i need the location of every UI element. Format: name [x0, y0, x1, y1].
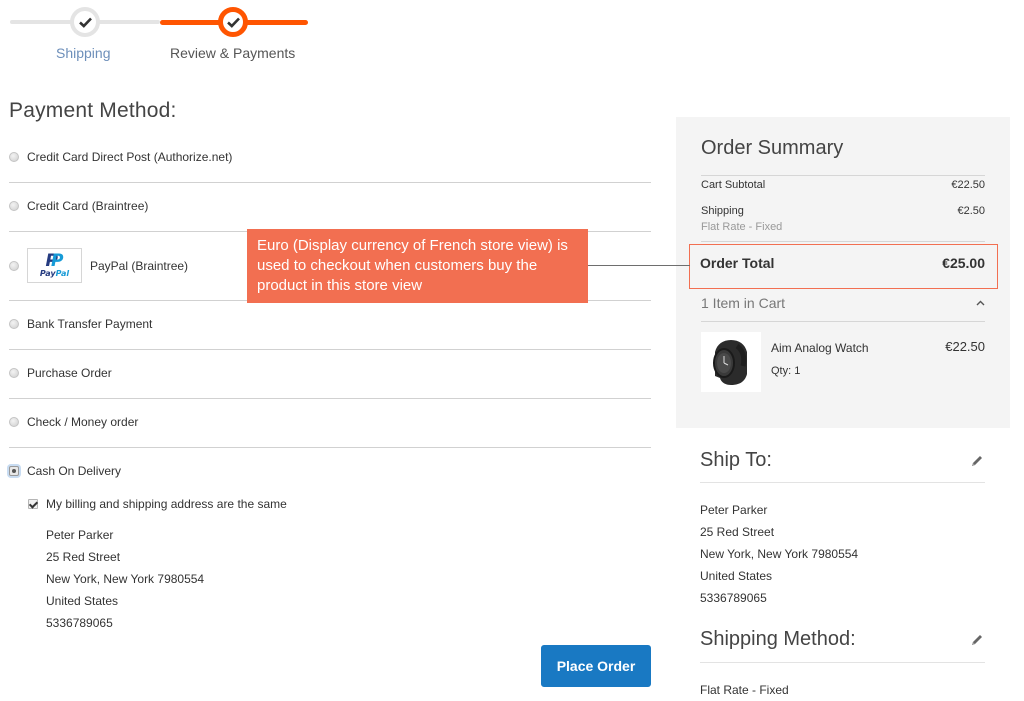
currency-annotation-callout: Euro (Display currency of French store v… [247, 229, 588, 303]
edit-pencil-icon[interactable] [970, 454, 984, 468]
divider [9, 182, 651, 183]
paypal-wordmark: PayPal [39, 269, 70, 278]
radio-button[interactable] [9, 152, 19, 162]
shipping-label: Shipping [701, 205, 744, 217]
chevron-up-icon[interactable] [976, 300, 985, 306]
payment-option-braintree-card[interactable]: Credit Card (Braintree) [9, 199, 651, 213]
address-street: 25 Red Street [46, 550, 121, 564]
checkmark-icon [226, 17, 240, 28]
billing-same-as-shipping-checkbox[interactable]: My billing and shipping address are the … [28, 497, 287, 511]
divider [700, 662, 985, 663]
cart-subtotal-value: €22.50 [951, 179, 985, 191]
callout-connector-line [588, 265, 690, 266]
cart-item-qty: Qty: 1 [771, 365, 801, 377]
payment-option-label: Check / Money order [27, 415, 139, 429]
payment-option-label: Purchase Order [27, 366, 112, 380]
payment-option-purchase-order[interactable]: Purchase Order [9, 366, 651, 380]
order-summary-title: Order Summary [701, 137, 844, 159]
shipping-method-note: Flat Rate - Fixed [701, 221, 783, 233]
divider [700, 482, 985, 483]
shipping-method-title: Shipping Method: [700, 628, 856, 650]
address-name: Peter Parker [46, 528, 114, 542]
shipping-value: €2.50 [957, 205, 985, 217]
address-street: 25 Red Street [700, 525, 775, 539]
payment-option-bank-transfer[interactable]: Bank Transfer Payment [9, 317, 651, 331]
paypal-logo: PP PayPal [27, 248, 82, 283]
checkout-progress-bar: Shipping Review & Payments [10, 0, 310, 70]
divider [701, 241, 985, 242]
radio-button[interactable] [9, 368, 19, 378]
order-total-value: €25.00 [942, 255, 985, 271]
cart-item-name: Aim Analog Watch [771, 341, 869, 355]
address-country: United States [46, 594, 119, 608]
address-city: New York, New York 7980554 [700, 547, 859, 561]
cart-subtotal-row: Cart Subtotal €22.50 [701, 179, 985, 191]
radio-button[interactable] [9, 417, 19, 427]
checkbox-checked[interactable] [28, 499, 38, 509]
ship-to-title: Ship To: [700, 449, 772, 471]
payment-option-authorizenet[interactable]: Credit Card Direct Post (Authorize.net) [9, 150, 651, 164]
payment-option-check-money-order[interactable]: Check / Money order [9, 415, 651, 429]
payment-method-title: Payment Method: [9, 99, 177, 122]
radio-button-selected[interactable] [9, 466, 19, 476]
payment-option-label: PayPal (Braintree) [90, 258, 189, 273]
address-name: Peter Parker [700, 503, 768, 517]
watch-product-icon [713, 340, 747, 385]
divider [701, 321, 985, 322]
divider [9, 447, 651, 448]
payment-option-label: Credit Card Direct Post (Authorize.net) [27, 150, 233, 164]
step-review-label: Review & Payments [170, 45, 296, 61]
items-in-cart-label: 1 Item in Cart [701, 295, 786, 311]
step-shipping-marker[interactable] [70, 7, 100, 37]
step-shipping-link[interactable]: Shipping [56, 45, 111, 61]
shipping-row: Shipping €2.50 [701, 205, 985, 217]
shipping-method-value: Flat Rate - Fixed [700, 683, 789, 697]
radio-button[interactable] [9, 260, 19, 271]
order-total-row: Order Total €25.00 [700, 255, 985, 271]
payment-option-label: Cash On Delivery [27, 464, 122, 478]
items-in-cart-toggle[interactable]: 1 Item in Cart [701, 295, 985, 311]
watch-image [701, 332, 761, 392]
divider [9, 398, 651, 399]
step-review-marker [218, 7, 248, 37]
payment-option-label: Credit Card (Braintree) [27, 199, 149, 213]
edit-pencil-icon[interactable] [970, 633, 984, 647]
address-country: United States [700, 569, 773, 583]
payment-option-label: Bank Transfer Payment [27, 317, 153, 331]
checkbox-label: My billing and shipping address are the … [46, 497, 287, 511]
divider [9, 349, 651, 350]
payment-option-cash-on-delivery[interactable]: Cash On Delivery [9, 464, 651, 478]
cart-item-price: €22.50 [945, 339, 985, 354]
divider [701, 175, 985, 176]
checkmark-icon [78, 17, 92, 28]
address-city: New York, New York 7980554 [46, 572, 205, 586]
cart-subtotal-label: Cart Subtotal [701, 179, 766, 191]
radio-button[interactable] [9, 201, 19, 211]
paypal-p-icon: PP [45, 251, 64, 271]
billing-address: Peter Parker 25 Red Street New York, New… [46, 524, 204, 634]
ship-to-address: Peter Parker 25 Red Street New York, New… [700, 499, 858, 609]
address-phone: 5336789065 [46, 616, 113, 630]
address-phone: 5336789065 [700, 591, 767, 605]
place-order-button[interactable]: Place Order [541, 645, 651, 687]
radio-button[interactable] [9, 319, 19, 329]
order-total-label: Order Total [700, 255, 775, 271]
